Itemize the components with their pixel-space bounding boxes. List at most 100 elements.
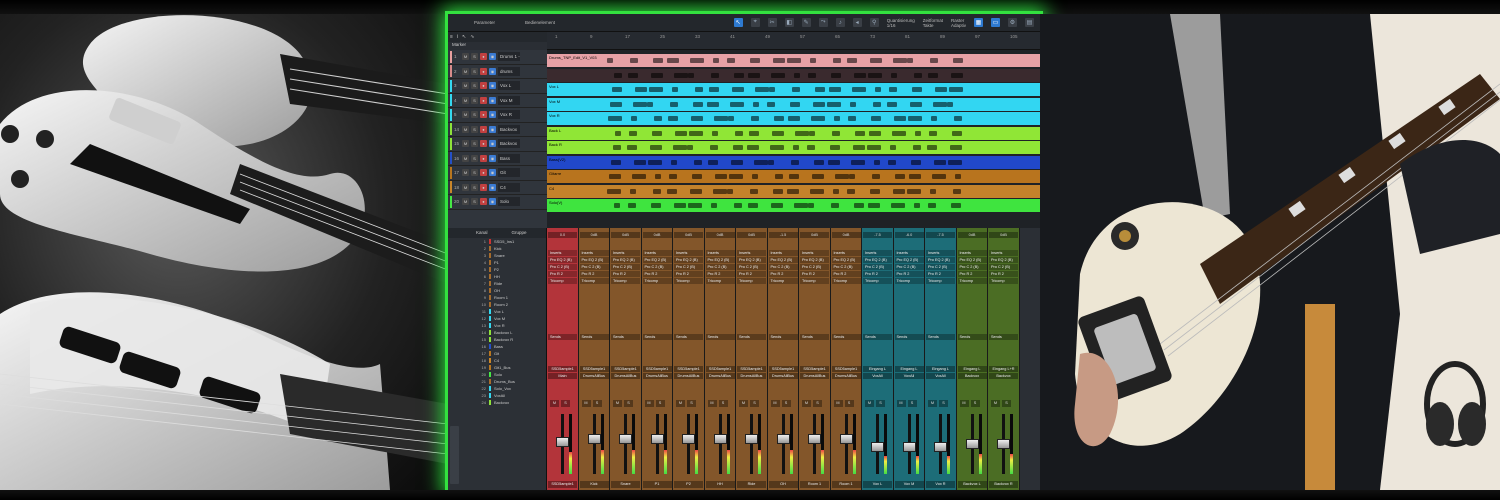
solo-button[interactable]: S	[471, 169, 478, 177]
volume-fader[interactable]	[839, 434, 853, 444]
volume-fader[interactable]	[776, 434, 790, 444]
insert-slot[interactable]: Pro C 2 (B)	[800, 264, 829, 270]
solo-button[interactable]: S	[561, 400, 570, 407]
strip-name[interactable]: Backvox L	[957, 481, 987, 488]
mute-button[interactable]: M	[865, 400, 874, 407]
insert-slot[interactable]: Tricomp	[989, 278, 1018, 284]
solo-button[interactable]: S	[750, 400, 759, 407]
mute-button[interactable]: M	[613, 400, 622, 407]
insert-slot[interactable]: Pro C 2 (B)	[674, 264, 703, 270]
input-select[interactable]: SSD5ample1	[579, 366, 609, 372]
solo-button[interactable]: S	[471, 125, 478, 133]
insert-slot[interactable]: Pro EQ 2 (B)	[705, 257, 735, 263]
list-icon[interactable]: ≡	[450, 34, 453, 40]
input-select[interactable]: Eingang L	[894, 366, 924, 372]
snap-toggle-icon[interactable]: ▦	[974, 18, 983, 27]
insert-slot[interactable]: Pro C 2 (B)	[705, 264, 735, 270]
inserts-header[interactable]: Inserts	[926, 250, 955, 256]
sends-header[interactable]: Sends	[800, 334, 829, 340]
insert-slot[interactable]: Pro EQ 2 (B)	[957, 257, 987, 263]
insert-slot[interactable]: Pro R 2	[894, 271, 924, 277]
input-select[interactable]: SSD5ample1	[768, 366, 798, 372]
inserts-header[interactable]: Inserts	[989, 250, 1018, 256]
channel-list-item[interactable]: 19 Git1_Bus	[448, 364, 546, 371]
mute-button[interactable]: M	[959, 400, 969, 407]
solo-button[interactable]: S	[813, 400, 822, 407]
channel-list-item[interactable]: 11 Vox L	[448, 308, 546, 315]
insert-slot[interactable]: Pro C 2 (B)	[579, 264, 609, 270]
bend-tool-icon[interactable]: ⤳	[818, 18, 828, 27]
strip-name[interactable]: Snare	[611, 481, 640, 488]
track-header[interactable]: 1 M S ● ◉ Drums 1 - V03	[448, 50, 547, 65]
split-tool-icon[interactable]: ✂	[767, 18, 777, 27]
track-name[interactable]: Vox R	[498, 110, 520, 120]
sends-header[interactable]: Sends	[957, 334, 987, 340]
mute-button[interactable]: M	[739, 400, 748, 407]
input-select[interactable]: SSD5ample1	[800, 366, 829, 372]
volume-fader[interactable]	[556, 436, 569, 447]
settings-icon[interactable]: ⚙	[1008, 18, 1017, 27]
record-button[interactable]: ●	[480, 53, 487, 61]
volume-fader[interactable]	[745, 434, 758, 444]
view-toggle-icon[interactable]: ▭	[991, 18, 1000, 27]
output-select[interactable]: DrumsAllBus	[705, 373, 735, 379]
timebase-group[interactable]: Zeitformat Takte	[923, 18, 943, 28]
track-header[interactable]: 20 M S ● ◉ Solo	[448, 195, 547, 210]
channel-list-item[interactable]: 16 Bass	[448, 343, 546, 350]
solo-button[interactable]: S	[907, 400, 917, 407]
zoom-tool-icon[interactable]: ⚲	[869, 18, 879, 27]
parameter-dropdown[interactable]: Parameter	[474, 20, 495, 25]
input-select[interactable]: SSD5ample1	[611, 366, 640, 372]
input-select[interactable]: Eingang L	[926, 366, 955, 372]
channel-list-item[interactable]: 20 Solo	[448, 371, 546, 378]
insert-slot[interactable]: Pro R 2	[548, 271, 577, 277]
mute-button[interactable]: M	[833, 400, 843, 407]
mute-button[interactable]: M	[770, 400, 780, 407]
record-button[interactable]: ●	[480, 198, 487, 206]
mute-button[interactable]: M	[896, 400, 906, 407]
track-lane[interactable]: Solo(V)	[547, 199, 1040, 212]
eraser-tool-icon[interactable]: ◧	[784, 18, 794, 27]
track-lane[interactable]: Vox L	[547, 83, 1040, 96]
sends-header[interactable]: Sends	[863, 334, 892, 340]
channel-list-item[interactable]: 17 Git	[448, 350, 546, 357]
input-select[interactable]: SSD5ample1	[831, 366, 861, 372]
solo-button[interactable]: S	[687, 400, 696, 407]
insert-slot[interactable]: Pro C 2 (B)	[957, 264, 987, 270]
insert-slot[interactable]: Pro R 2	[674, 271, 703, 277]
insert-slot[interactable]: Pro C 2 (B)	[768, 264, 798, 270]
insert-slot[interactable]: Tricomp	[768, 278, 798, 284]
insert-slot[interactable]: Tricomp	[642, 278, 672, 284]
track-lane[interactable]: Drums_TNP_Edit_V1_V03	[547, 54, 1040, 67]
monitor-button[interactable]: ◉	[489, 154, 496, 162]
sends-header[interactable]: Sends	[548, 334, 577, 340]
sends-header[interactable]: Sends	[831, 334, 861, 340]
insert-slot[interactable]: Pro R 2	[989, 271, 1018, 277]
mute-button[interactable]: M	[928, 400, 937, 407]
strip-name[interactable]: HH	[705, 481, 735, 488]
inserts-header[interactable]: Inserts	[831, 250, 861, 256]
mute-tool-icon[interactable]: ♪	[835, 18, 845, 27]
track-lane[interactable]: Vox R	[547, 112, 1040, 125]
inserts-header[interactable]: Inserts	[957, 250, 987, 256]
range-tool-icon[interactable]: ⌖	[750, 18, 760, 27]
track-lane[interactable]: C4	[547, 184, 1040, 198]
insert-slot[interactable]: Pro C 2 (B)	[831, 264, 861, 270]
mute-button[interactable]: M	[550, 400, 559, 407]
mute-button[interactable]: M	[462, 154, 469, 162]
inserts-header[interactable]: Inserts	[737, 250, 766, 256]
solo-button[interactable]: S	[655, 400, 665, 407]
solo-button[interactable]: S	[471, 198, 478, 206]
insert-slot[interactable]: Pro R 2	[768, 271, 798, 277]
track-header[interactable]: 18 M S ● ◉ C4	[448, 181, 547, 195]
solo-button[interactable]: S	[939, 400, 948, 407]
audio-clip[interactable]: Back R	[547, 141, 1040, 154]
strip-name[interactable]: SSD5ample1	[548, 481, 577, 488]
sends-header[interactable]: Sends	[768, 334, 798, 340]
track-header[interactable]: 14 M S ● ◉ Backvox L	[448, 123, 547, 137]
channel-list-item[interactable]: 1 SSD5_Ins1	[448, 238, 546, 245]
solo-button[interactable]: S	[624, 400, 633, 407]
volume-fader[interactable]	[587, 434, 601, 444]
solo-button[interactable]: S	[471, 183, 478, 191]
record-button[interactable]: ●	[480, 169, 487, 177]
